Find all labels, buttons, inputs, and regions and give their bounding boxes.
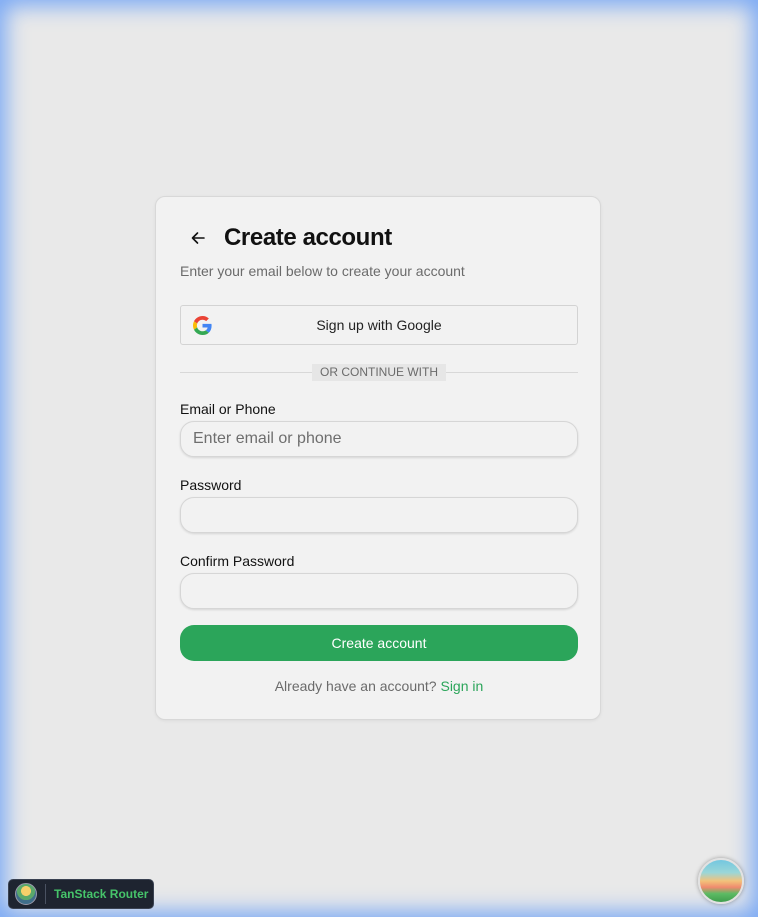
confirm-password-label: Confirm Password [180, 553, 295, 569]
google-signup-button[interactable]: Sign up with Google [180, 305, 578, 345]
page-subtitle: Enter your email below to create your ac… [180, 263, 465, 279]
arrow-left-icon [191, 232, 205, 244]
back-button[interactable] [180, 223, 216, 253]
confirm-password-field[interactable] [180, 573, 578, 609]
password-field[interactable] [180, 497, 578, 533]
signup-card: Create account Enter your email below to… [155, 196, 601, 720]
signin-prompt: Already have an account? [274, 678, 437, 694]
devtools-logo-icon[interactable] [698, 858, 744, 904]
password-label: Password [180, 477, 242, 493]
signin-link[interactable]: Sign in [440, 678, 483, 694]
signin-row: Already have an account? Sign in [156, 678, 602, 694]
badge-label: TanStack Router [54, 887, 149, 901]
google-icon [193, 316, 212, 335]
tanstack-router-devtools-button[interactable]: TanStack Router [8, 879, 154, 909]
google-button-label: Sign up with Google [316, 317, 442, 333]
divider-label: Or continue with [312, 364, 446, 381]
badge-separator [45, 884, 46, 904]
card-header: Create account [180, 223, 392, 253]
email-label: Email or Phone [180, 401, 276, 417]
email-field[interactable] [180, 421, 578, 457]
create-account-button[interactable]: Create account [180, 625, 578, 661]
page-title: Create account [224, 224, 392, 251]
tanstack-logo-icon [15, 883, 37, 905]
